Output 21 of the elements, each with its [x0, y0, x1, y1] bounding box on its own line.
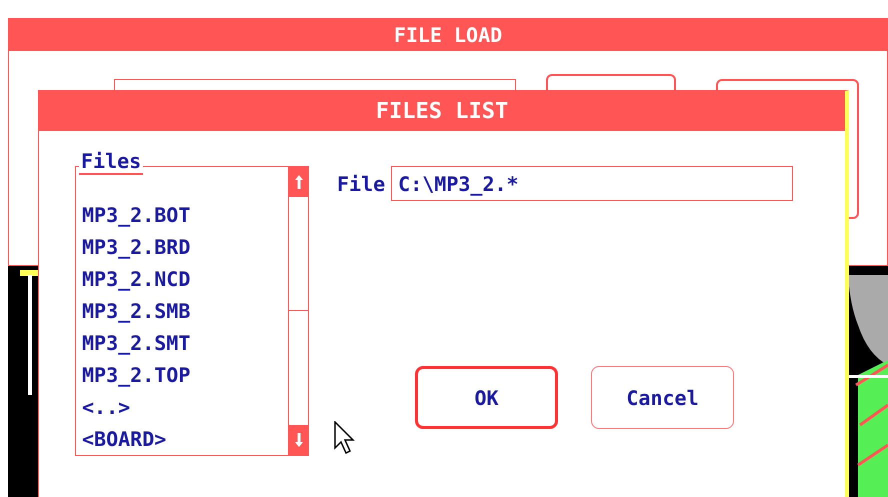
file-item[interactable]: MP3_2.SMT [82, 327, 288, 359]
file-item[interactable]: MP3_2.NCD [82, 263, 288, 295]
list-label: Files [79, 149, 144, 175]
scroll-down-button[interactable] [289, 425, 308, 455]
file-item[interactable]: <..> [82, 391, 288, 423]
dialog-title: FILES LIST [39, 91, 845, 131]
file-item[interactable]: <BOARD> [82, 423, 288, 455]
scrollbar[interactable] [288, 167, 308, 455]
ok-button[interactable]: OK [415, 366, 558, 429]
file-field[interactable]: C:\MP3_2.* [391, 166, 794, 201]
file-item[interactable]: MP3_2.SMB [82, 295, 288, 327]
file-label: File [337, 170, 386, 198]
file-item[interactable]: MP3_2.TOP [82, 359, 288, 391]
file-item[interactable]: MP3_2.BOT [82, 199, 288, 231]
cursor-icon [334, 421, 356, 455]
arrow-down-icon [294, 432, 304, 448]
arrow-up-icon [294, 174, 304, 190]
cancel-button[interactable]: Cancel [591, 366, 734, 429]
window-title: FILE LOAD [9, 19, 887, 51]
file-item[interactable]: MP3_2.BRD [82, 231, 288, 263]
scroll-up-button[interactable] [289, 167, 308, 197]
